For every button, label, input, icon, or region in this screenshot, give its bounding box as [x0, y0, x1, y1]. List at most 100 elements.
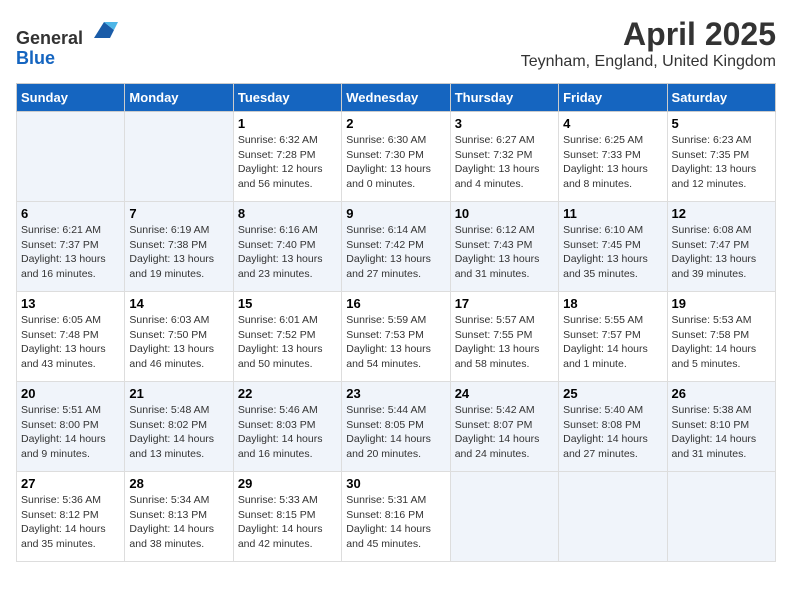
page-header: General Blue April 2025 Teynham, England… [16, 16, 776, 71]
calendar-cell: 12 Sunrise: 6:08 AM Sunset: 7:47 PM Dayli… [667, 202, 775, 292]
day-detail: Sunrise: 6:10 AM Sunset: 7:45 PM Dayligh… [563, 223, 662, 282]
day-number: 9 [346, 206, 445, 221]
day-detail: Sunrise: 6:27 AM Sunset: 7:32 PM Dayligh… [455, 133, 554, 192]
logo-general: General [16, 28, 83, 48]
logo: General Blue [16, 16, 118, 69]
calendar-week-3: 20 Sunrise: 5:51 AM Sunset: 8:00 PM Dayli… [17, 382, 776, 472]
day-number: 26 [672, 386, 771, 401]
day-number: 14 [129, 296, 228, 311]
day-detail: Sunrise: 6:19 AM Sunset: 7:38 PM Dayligh… [129, 223, 228, 282]
day-detail: Sunrise: 5:34 AM Sunset: 8:13 PM Dayligh… [129, 493, 228, 552]
day-detail: Sunrise: 5:38 AM Sunset: 8:10 PM Dayligh… [672, 403, 771, 462]
calendar-cell: 27 Sunrise: 5:36 AM Sunset: 8:12 PM Dayli… [17, 472, 125, 562]
day-number: 1 [238, 116, 337, 131]
day-number: 4 [563, 116, 662, 131]
calendar-cell: 22 Sunrise: 5:46 AM Sunset: 8:03 PM Dayli… [233, 382, 341, 472]
day-number: 21 [129, 386, 228, 401]
day-detail: Sunrise: 6:32 AM Sunset: 7:28 PM Dayligh… [238, 133, 337, 192]
weekday-header-saturday: Saturday [667, 84, 775, 112]
day-number: 6 [21, 206, 120, 221]
day-number: 7 [129, 206, 228, 221]
day-detail: Sunrise: 5:36 AM Sunset: 8:12 PM Dayligh… [21, 493, 120, 552]
day-number: 2 [346, 116, 445, 131]
calendar-cell: 3 Sunrise: 6:27 AM Sunset: 7:32 PM Daylig… [450, 112, 558, 202]
calendar-week-0: 1 Sunrise: 6:32 AM Sunset: 7:28 PM Daylig… [17, 112, 776, 202]
calendar-cell: 25Sunrise: 5:40 AM Sunset: 8:08 PM Dayli… [559, 382, 667, 472]
calendar-title: April 2025 [521, 16, 776, 53]
calendar-cell: 30 Sunrise: 5:31 AM Sunset: 8:16 PM Dayli… [342, 472, 450, 562]
day-number: 17 [455, 296, 554, 311]
calendar-cell: 11 Sunrise: 6:10 AM Sunset: 7:45 PM Dayli… [559, 202, 667, 292]
calendar-cell: 15 Sunrise: 6:01 AM Sunset: 7:52 PM Dayli… [233, 292, 341, 382]
calendar-cell: 2Sunrise: 6:30 AM Sunset: 7:30 PM Daylig… [342, 112, 450, 202]
day-number: 10 [455, 206, 554, 221]
calendar-week-2: 13 Sunrise: 6:05 AM Sunset: 7:48 PM Dayli… [17, 292, 776, 382]
calendar-cell: 20 Sunrise: 5:51 AM Sunset: 8:00 PM Dayli… [17, 382, 125, 472]
calendar-cell: 1 Sunrise: 6:32 AM Sunset: 7:28 PM Daylig… [233, 112, 341, 202]
day-detail: Sunrise: 6:14 AM Sunset: 7:42 PM Dayligh… [346, 223, 445, 282]
day-number: 12 [672, 206, 771, 221]
day-number: 13 [21, 296, 120, 311]
day-detail: Sunrise: 6:23 AM Sunset: 7:35 PM Dayligh… [672, 133, 771, 192]
calendar-week-4: 27 Sunrise: 5:36 AM Sunset: 8:12 PM Dayli… [17, 472, 776, 562]
calendar-cell: 9 Sunrise: 6:14 AM Sunset: 7:42 PM Daylig… [342, 202, 450, 292]
calendar-cell [450, 472, 558, 562]
calendar-subtitle: Teynham, England, United Kingdom [521, 53, 776, 71]
day-detail: Sunrise: 5:44 AM Sunset: 8:05 PM Dayligh… [346, 403, 445, 462]
day-number: 27 [21, 476, 120, 491]
day-number: 16 [346, 296, 445, 311]
day-number: 11 [563, 206, 662, 221]
day-detail: Sunrise: 5:53 AM Sunset: 7:58 PM Dayligh… [672, 313, 771, 372]
day-number: 8 [238, 206, 337, 221]
calendar-cell: 28 Sunrise: 5:34 AM Sunset: 8:13 PM Dayli… [125, 472, 233, 562]
day-number: 15 [238, 296, 337, 311]
day-number: 23 [346, 386, 445, 401]
day-detail: Sunrise: 6:01 AM Sunset: 7:52 PM Dayligh… [238, 313, 337, 372]
weekday-header-friday: Friday [559, 84, 667, 112]
weekday-header-monday: Monday [125, 84, 233, 112]
day-number: 28 [129, 476, 228, 491]
calendar-cell: 18Sunrise: 5:55 AM Sunset: 7:57 PM Dayli… [559, 292, 667, 382]
day-detail: Sunrise: 5:48 AM Sunset: 8:02 PM Dayligh… [129, 403, 228, 462]
day-number: 29 [238, 476, 337, 491]
calendar-cell: 26 Sunrise: 5:38 AM Sunset: 8:10 PM Dayli… [667, 382, 775, 472]
weekday-header-sunday: Sunday [17, 84, 125, 112]
weekday-header-tuesday: Tuesday [233, 84, 341, 112]
day-detail: Sunrise: 6:03 AM Sunset: 7:50 PM Dayligh… [129, 313, 228, 372]
day-detail: Sunrise: 6:21 AM Sunset: 7:37 PM Dayligh… [21, 223, 120, 282]
calendar-cell: 8 Sunrise: 6:16 AM Sunset: 7:40 PM Daylig… [233, 202, 341, 292]
calendar-cell: 10Sunrise: 6:12 AM Sunset: 7:43 PM Dayli… [450, 202, 558, 292]
calendar-cell: 6 Sunrise: 6:21 AM Sunset: 7:37 PM Daylig… [17, 202, 125, 292]
title-block: April 2025 Teynham, England, United King… [521, 16, 776, 71]
weekday-header-wednesday: Wednesday [342, 84, 450, 112]
calendar-body: 1 Sunrise: 6:32 AM Sunset: 7:28 PM Daylig… [17, 112, 776, 562]
day-detail: Sunrise: 6:05 AM Sunset: 7:48 PM Dayligh… [21, 313, 120, 372]
calendar-week-1: 6 Sunrise: 6:21 AM Sunset: 7:37 PM Daylig… [17, 202, 776, 292]
calendar-cell: 29Sunrise: 5:33 AM Sunset: 8:15 PM Dayli… [233, 472, 341, 562]
day-detail: Sunrise: 5:31 AM Sunset: 8:16 PM Dayligh… [346, 493, 445, 552]
day-number: 20 [21, 386, 120, 401]
calendar-cell [559, 472, 667, 562]
calendar-cell: 19Sunrise: 5:53 AM Sunset: 7:58 PM Dayli… [667, 292, 775, 382]
calendar-cell: 4Sunrise: 6:25 AM Sunset: 7:33 PM Daylig… [559, 112, 667, 202]
day-number: 24 [455, 386, 554, 401]
logo-blue: Blue [16, 48, 55, 68]
calendar-cell: 17Sunrise: 5:57 AM Sunset: 7:55 PM Dayli… [450, 292, 558, 382]
calendar-cell: 7 Sunrise: 6:19 AM Sunset: 7:38 PM Daylig… [125, 202, 233, 292]
calendar-cell: 21 Sunrise: 5:48 AM Sunset: 8:02 PM Dayli… [125, 382, 233, 472]
day-number: 30 [346, 476, 445, 491]
day-detail: Sunrise: 6:08 AM Sunset: 7:47 PM Dayligh… [672, 223, 771, 282]
calendar-cell [667, 472, 775, 562]
calendar-cell: 13 Sunrise: 6:05 AM Sunset: 7:48 PM Dayli… [17, 292, 125, 382]
day-number: 18 [563, 296, 662, 311]
logo-line1: General [16, 16, 118, 49]
day-detail: Sunrise: 5:40 AM Sunset: 8:08 PM Dayligh… [563, 403, 662, 462]
day-detail: Sunrise: 5:51 AM Sunset: 8:00 PM Dayligh… [21, 403, 120, 462]
day-number: 22 [238, 386, 337, 401]
day-number: 5 [672, 116, 771, 131]
calendar-header: SundayMondayTuesdayWednesdayThursdayFrid… [17, 84, 776, 112]
day-detail: Sunrise: 5:42 AM Sunset: 8:07 PM Dayligh… [455, 403, 554, 462]
day-number: 3 [455, 116, 554, 131]
day-detail: Sunrise: 5:46 AM Sunset: 8:03 PM Dayligh… [238, 403, 337, 462]
day-detail: Sunrise: 6:16 AM Sunset: 7:40 PM Dayligh… [238, 223, 337, 282]
